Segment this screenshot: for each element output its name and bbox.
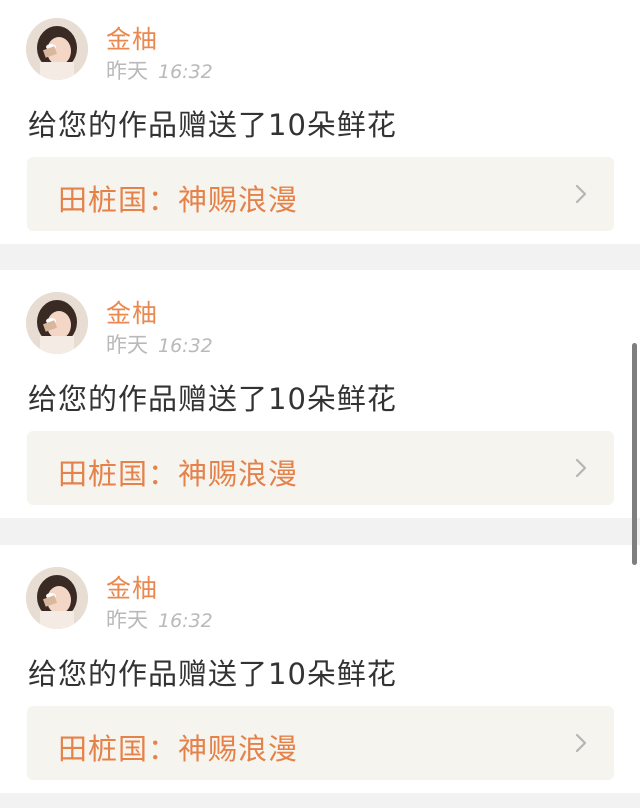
notification-card: 金柚 昨天 16:32 给您的作品赠送了10朵鲜花 田桩国：神赐浪漫	[0, 270, 640, 518]
avatar[interactable]	[26, 18, 88, 80]
username[interactable]: 金柚	[106, 294, 158, 330]
scrollbar[interactable]	[632, 343, 637, 565]
work-link[interactable]: 田桩国：神赐浪漫	[27, 431, 614, 505]
timestamp-day: 昨天	[106, 608, 148, 632]
timestamp-day: 昨天	[106, 59, 148, 83]
timestamp-time: 16:32	[158, 335, 213, 357]
notification-message: 给您的作品赠送了10朵鲜花	[28, 108, 397, 142]
notification-message: 给您的作品赠送了10朵鲜花	[28, 657, 397, 691]
notification-message: 给您的作品赠送了10朵鲜花	[28, 382, 397, 416]
avatar[interactable]	[26, 567, 88, 629]
timestamp-time: 16:32	[158, 610, 213, 632]
username[interactable]: 金柚	[106, 20, 158, 56]
notification-feed: 金柚 昨天 16:32 给您的作品赠送了10朵鲜花 田桩国：神赐浪漫 金柚 昨天…	[0, 0, 640, 808]
notification-card: 金柚 昨天 16:32 给您的作品赠送了10朵鲜花 田桩国：神赐浪漫	[0, 545, 640, 793]
timestamp-time: 16:32	[158, 61, 213, 83]
work-title: 田桩国：神赐浪漫	[58, 183, 299, 217]
timestamp: 昨天 16:32	[106, 329, 213, 359]
work-link[interactable]: 田桩国：神赐浪漫	[27, 706, 614, 780]
timestamp: 昨天 16:32	[106, 604, 213, 634]
chevron-right-icon	[575, 184, 587, 204]
timestamp: 昨天 16:32	[106, 55, 213, 85]
chevron-right-icon	[575, 733, 587, 753]
username[interactable]: 金柚	[106, 569, 158, 605]
work-title: 田桩国：神赐浪漫	[58, 732, 299, 766]
timestamp-day: 昨天	[106, 333, 148, 357]
avatar[interactable]	[26, 292, 88, 354]
work-title: 田桩国：神赐浪漫	[58, 457, 299, 491]
notification-card: 金柚 昨天 16:32 给您的作品赠送了10朵鲜花 田桩国：神赐浪漫	[0, 0, 640, 244]
chevron-right-icon	[575, 458, 587, 478]
work-link[interactable]: 田桩国：神赐浪漫	[27, 157, 614, 231]
